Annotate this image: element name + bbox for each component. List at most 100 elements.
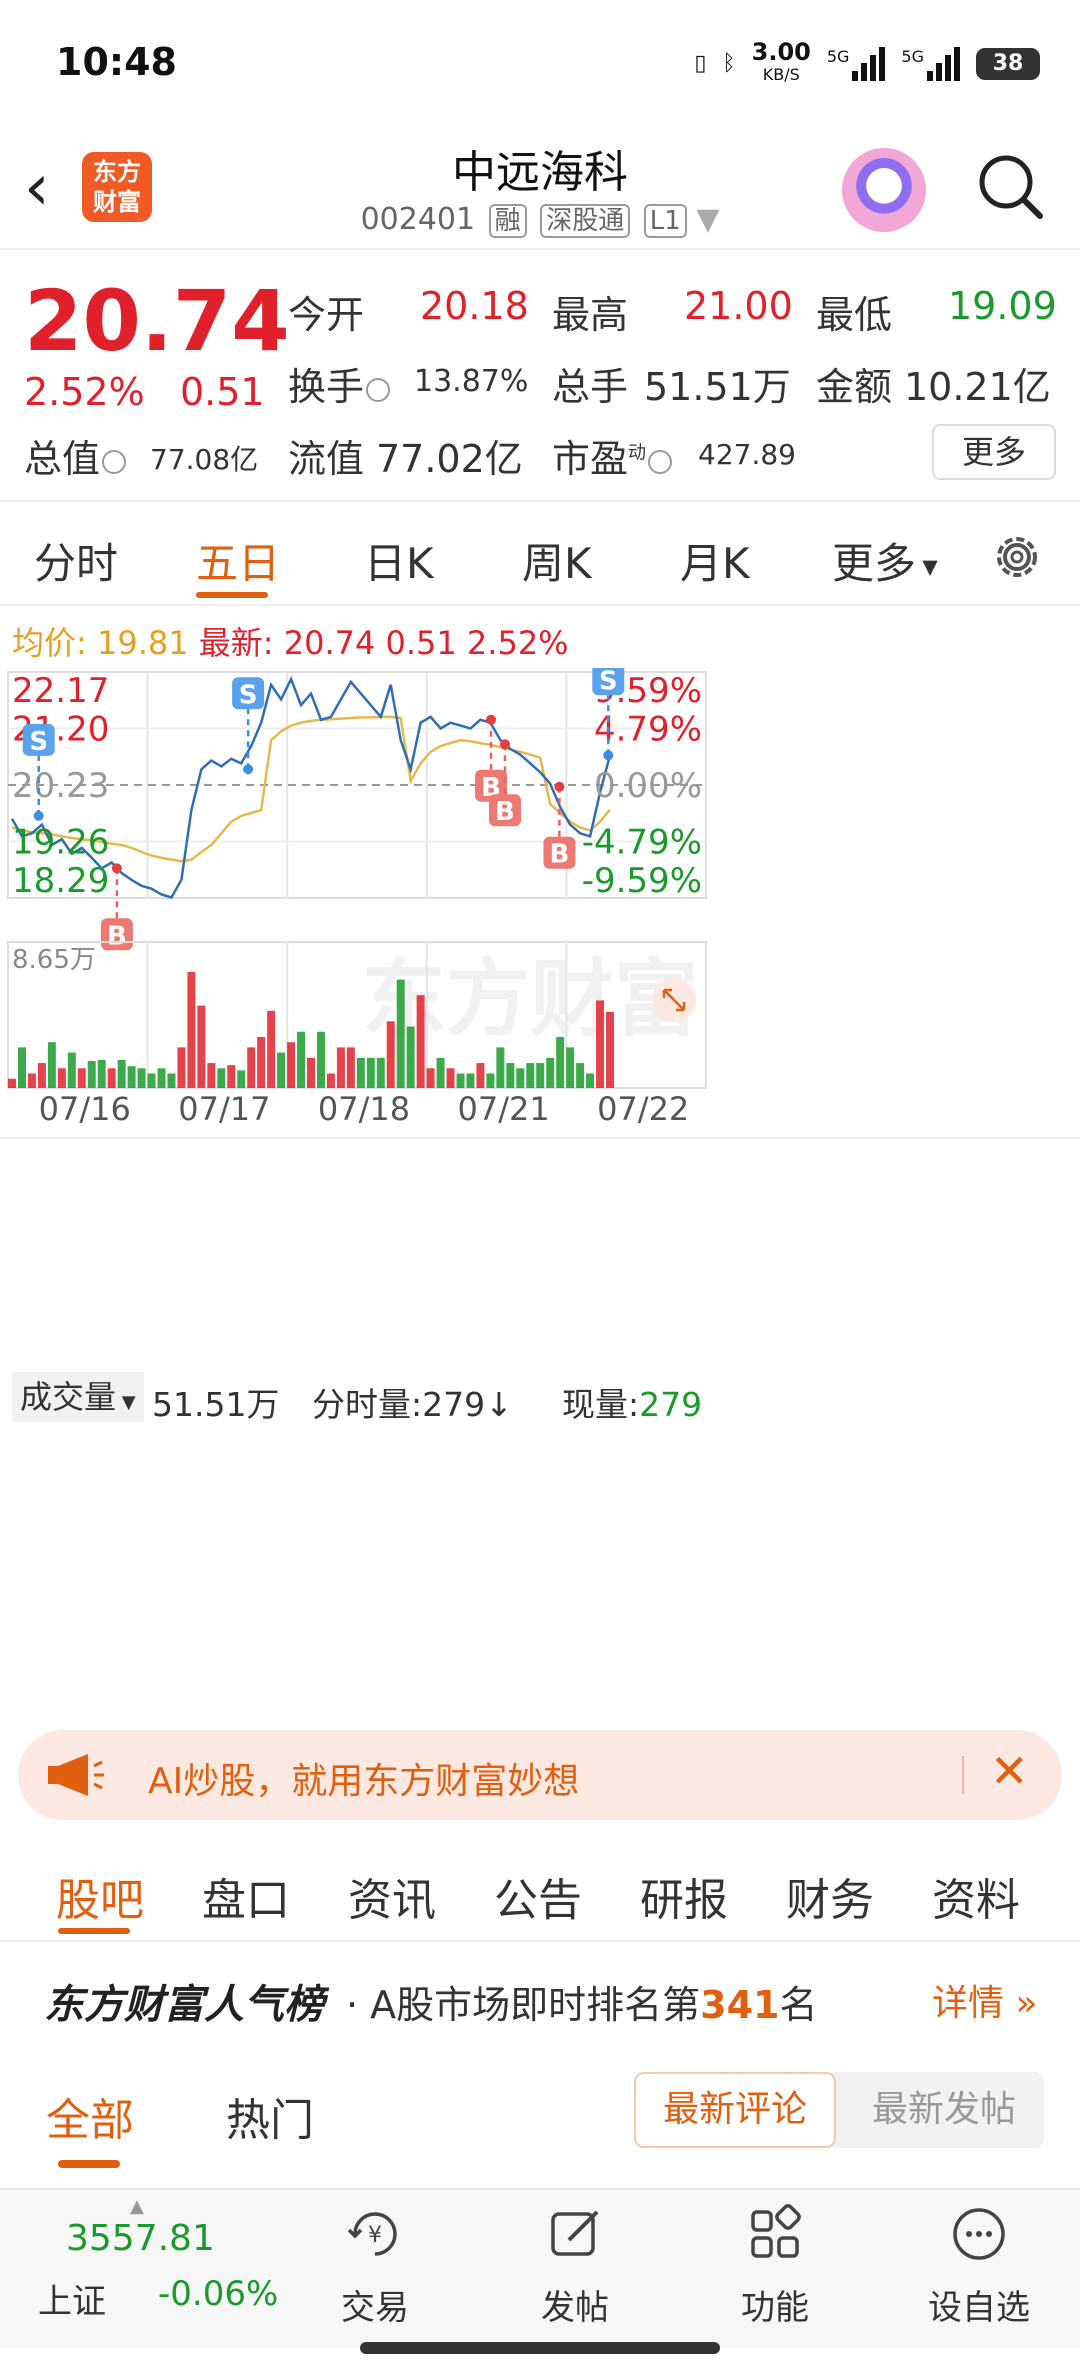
volume-bar — [316, 1031, 325, 1088]
tab-monthly-k[interactable]: 月K — [680, 530, 750, 591]
ai-assistant-avatar[interactable] — [842, 148, 926, 232]
volume-bar — [436, 1057, 445, 1088]
sort-latest-comment[interactable]: 最新评论 — [634, 2072, 836, 2148]
marker-dot — [554, 781, 565, 792]
y-tick-right: 4.79% — [594, 710, 702, 750]
volume-bar — [546, 1057, 555, 1088]
popularity-text: · A股市场即时排名第341名 — [346, 1983, 818, 2027]
tab-hot[interactable]: 热门 — [226, 2084, 314, 2148]
volume-bar — [586, 1073, 595, 1088]
battery-icon: 38 — [976, 47, 1040, 80]
add-watchlist-button[interactable]: 设自选 — [904, 2204, 1054, 2329]
tag-level: L1 — [643, 204, 687, 238]
tab-guba[interactable]: 股吧 — [56, 1864, 144, 1928]
tab-intraday[interactable]: 分时 — [34, 530, 118, 591]
low-label: 最低 — [816, 293, 893, 337]
y-tick-left: 20.23 — [12, 766, 109, 806]
bluetooth-icon: ᛒ — [722, 51, 736, 76]
y-tick-right: -4.79% — [582, 823, 702, 863]
tab-finance[interactable]: 财务 — [786, 1864, 874, 1928]
volume-bar — [416, 995, 425, 1088]
post-button[interactable]: 发帖 — [500, 2204, 650, 2329]
volume-bar — [67, 1052, 76, 1088]
volume-bar — [366, 1057, 375, 1088]
y-tick-left: 18.29 — [12, 861, 109, 901]
features-label: 功能 — [741, 2288, 809, 2328]
avg-value: 19.81 — [96, 624, 189, 662]
volume-bar — [87, 1060, 96, 1088]
index-value[interactable]: 3557.81 — [66, 2218, 215, 2259]
detail-link[interactable]: 详情 » — [932, 1974, 1037, 2026]
volume-bar — [336, 1047, 345, 1088]
sort-latest-post[interactable]: 最新发帖 — [844, 2072, 1044, 2148]
index-change: -0.06% — [158, 2274, 279, 2314]
volume-bar — [8, 1078, 16, 1088]
tab-profile[interactable]: 资料 — [932, 1864, 1020, 1928]
volume-bar — [466, 1073, 475, 1088]
volume-bar — [576, 1063, 585, 1088]
volume-bar — [177, 1047, 186, 1088]
marker-dot — [499, 739, 510, 750]
vibrate-icon: ▯ — [694, 51, 707, 76]
y-tick-left: 22.17 — [12, 671, 109, 711]
marker-dot — [243, 764, 254, 775]
banner-text: AI炒股，就用东方财富妙想 — [148, 1761, 580, 1802]
volume-bar — [237, 1070, 246, 1088]
volume-bar — [496, 1047, 505, 1088]
index-name: 上证 — [38, 2282, 106, 2322]
sell-marker: S — [599, 668, 618, 696]
change-pct: 2.52% — [24, 370, 145, 414]
post-label: 发帖 — [541, 2288, 609, 2328]
content-tabs: 股吧 盘口 资讯 公告 研报 财务 资料 — [0, 1838, 1080, 1942]
popularity-row[interactable]: 东方财富人气榜 · A股市场即时排名第341名 详情 » — [0, 1950, 1080, 2040]
volume-bar — [157, 1068, 166, 1088]
five-day-chart[interactable]: 东方财富22.17 9.59%21.20 4.79%20.23 0.00%19.26-… — [0, 668, 1080, 1713]
turnover-label: 换手 — [288, 356, 391, 411]
tab-order-book[interactable]: 盘口 — [202, 1864, 290, 1928]
gear-icon[interactable] — [990, 530, 1044, 584]
tab-all[interactable]: 全部 — [46, 2084, 134, 2148]
volume-bar — [326, 1073, 335, 1088]
volume-info-row: 成交量 ▼ 51.51万 分时量:279↓ 现量:279 — [0, 1372, 1080, 1428]
volume-bar — [247, 1047, 256, 1088]
volume-bar — [556, 1036, 565, 1088]
post-filter: 全部 热门 最新评论 最新发帖 — [0, 2060, 1080, 2170]
y-tick-left: 19.26 — [12, 823, 109, 863]
dropdown-icon: ▼ — [696, 202, 720, 237]
last-label: 最新: — [198, 624, 274, 662]
volume-selector[interactable]: 成交量 ▼ — [12, 1372, 144, 1422]
tab-daily-k[interactable]: 日K — [364, 530, 434, 591]
volume-bar — [107, 1068, 116, 1088]
more-button[interactable]: 更多 — [932, 424, 1056, 480]
high-label: 最高 — [552, 293, 629, 337]
dropdown-icon: ▼ — [916, 554, 938, 579]
volume-total: 51.51万 — [152, 1385, 280, 1424]
tab-news[interactable]: 资讯 — [348, 1864, 436, 1928]
ai-banner[interactable]: AI炒股，就用东方财富妙想 ✕ — [18, 1730, 1062, 1820]
tab-announcements[interactable]: 公告 — [494, 1864, 582, 1928]
tick-volume: 分时量:279↓ — [312, 1385, 513, 1424]
marker-dot — [33, 810, 44, 821]
tab-weekly-k[interactable]: 周K — [522, 530, 592, 591]
close-icon[interactable]: ✕ — [990, 1748, 1029, 1794]
current-volume: 现量:279 — [562, 1385, 703, 1424]
volume-bar — [137, 1068, 146, 1088]
amount-value: 10.21亿 — [904, 365, 1051, 409]
x-tick-label: 07/18 — [318, 1090, 410, 1128]
trade-button[interactable]: ¥ 交易 — [300, 2204, 450, 2329]
tab-research[interactable]: 研报 — [640, 1864, 728, 1928]
volume-bar — [516, 1068, 525, 1088]
search-icon[interactable] — [976, 152, 1046, 222]
volume-bar — [287, 1042, 296, 1088]
tab-five-day[interactable]: 五日 — [196, 530, 280, 591]
features-button[interactable]: 功能 — [700, 2204, 850, 2329]
volume-label: 总手 — [552, 365, 629, 409]
tab-more[interactable]: 更多 ▼ — [832, 530, 938, 591]
low-value: 19.09 — [948, 284, 1057, 328]
buy-marker: B — [550, 840, 570, 870]
volume-bar — [406, 1026, 415, 1088]
volume-bar — [356, 1057, 365, 1088]
volume-bar — [197, 1005, 206, 1088]
avg-label: 均价: — [12, 624, 87, 662]
last-change: 0.51 — [385, 624, 457, 662]
